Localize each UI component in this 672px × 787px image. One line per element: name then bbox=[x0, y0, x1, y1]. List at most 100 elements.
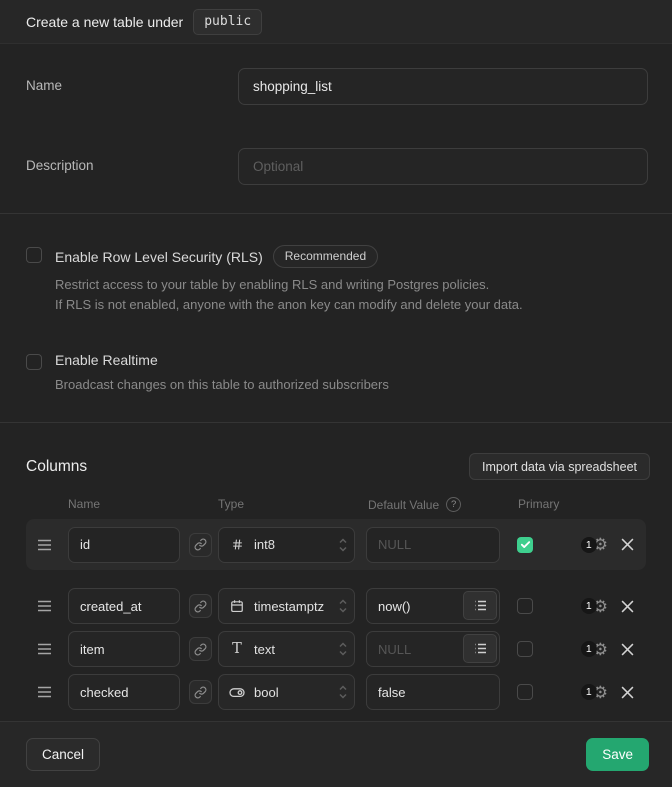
remove-column-button[interactable] bbox=[621, 538, 634, 551]
column-row-created-at: timestamptz 1 bbox=[26, 588, 646, 624]
default-value-input[interactable] bbox=[366, 674, 500, 710]
table-info-section: Name Description bbox=[0, 44, 672, 214]
drag-handle-icon[interactable] bbox=[37, 539, 52, 551]
dialog-header: Create a new table under public bbox=[0, 0, 672, 44]
primary-checkbox[interactable] bbox=[517, 641, 533, 657]
realtime-body: Enable Realtime Broadcast changes on thi… bbox=[55, 352, 389, 395]
realtime-description: Broadcast changes on this table to autho… bbox=[55, 375, 389, 395]
rls-label: Enable Row Level Security (RLS) bbox=[55, 249, 263, 265]
create-table-dialog: Create a new table under public Name Des… bbox=[0, 0, 672, 787]
dialog-footer: Cancel Save bbox=[0, 722, 672, 787]
description-label: Description bbox=[26, 148, 238, 173]
realtime-checkbox[interactable] bbox=[26, 354, 42, 370]
column-settings-button[interactable]: 1 ⚙ bbox=[581, 684, 608, 701]
settings-count-badge: 1 bbox=[581, 684, 597, 700]
column-type-select[interactable]: timestamptz bbox=[218, 588, 355, 624]
default-value-wrap bbox=[366, 631, 500, 667]
chevron-updown-icon bbox=[338, 685, 348, 700]
row-controls: 1 ⚙ bbox=[581, 598, 634, 615]
settings-count-badge: 1 bbox=[581, 641, 597, 657]
drag-handle-icon[interactable] bbox=[37, 686, 52, 698]
default-value-input[interactable] bbox=[366, 527, 500, 563]
row-controls: 1 ⚙ bbox=[581, 641, 634, 658]
settings-count-badge: 1 bbox=[581, 537, 597, 553]
toggle-icon bbox=[229, 686, 245, 699]
table-description-input[interactable] bbox=[238, 148, 648, 185]
remove-column-button[interactable] bbox=[621, 643, 634, 656]
column-rows: int8 1 ⚙ bbox=[0, 519, 672, 710]
rls-checkbox[interactable] bbox=[26, 247, 42, 263]
remove-column-button[interactable] bbox=[621, 686, 634, 699]
chevron-updown-icon bbox=[338, 537, 348, 552]
column-type-value: int8 bbox=[254, 537, 275, 552]
header-type: Type bbox=[218, 497, 244, 511]
rls-description-line2: If RLS is not enabled, anyone with the a… bbox=[55, 295, 523, 315]
default-value-wrap bbox=[366, 674, 500, 710]
options-section: Enable Row Level Security (RLS) Recommen… bbox=[0, 214, 672, 423]
column-row-item: T text 1 bbox=[26, 631, 646, 667]
header-primary: Primary bbox=[518, 497, 559, 511]
realtime-toggle-row: Enable Realtime Broadcast changes on thi… bbox=[26, 352, 646, 395]
default-value-wrap bbox=[366, 527, 500, 563]
table-name-input[interactable] bbox=[238, 68, 648, 105]
import-spreadsheet-button[interactable]: Import data via spreadsheet bbox=[469, 453, 650, 480]
recommended-badge: Recommended bbox=[273, 245, 378, 268]
name-row: Name bbox=[26, 68, 648, 105]
expression-picker-button[interactable] bbox=[463, 591, 497, 620]
name-label: Name bbox=[26, 68, 238, 93]
text-icon: T bbox=[229, 641, 245, 657]
column-name-input[interactable] bbox=[68, 631, 180, 667]
cancel-button[interactable]: Cancel bbox=[26, 738, 100, 771]
rls-body: Enable Row Level Security (RLS) Recommen… bbox=[55, 245, 523, 315]
columns-section: Columns Import data via spreadsheet Name… bbox=[0, 423, 672, 722]
chevron-updown-icon bbox=[338, 599, 348, 614]
rls-toggle-row: Enable Row Level Security (RLS) Recommen… bbox=[26, 245, 646, 315]
schema-badge: public bbox=[193, 9, 262, 35]
columns-title: Columns bbox=[26, 458, 87, 476]
foreign-key-link-icon[interactable] bbox=[189, 594, 212, 618]
row-controls: 1 ⚙ bbox=[581, 536, 634, 553]
column-settings-button[interactable]: 1 ⚙ bbox=[581, 598, 608, 615]
primary-checkbox[interactable] bbox=[517, 598, 533, 614]
expression-picker-button[interactable] bbox=[463, 634, 497, 663]
description-row: Description bbox=[26, 148, 648, 185]
dialog-title: Create a new table under bbox=[26, 14, 183, 30]
column-type-value: bool bbox=[254, 685, 279, 700]
drag-handle-icon[interactable] bbox=[37, 643, 52, 655]
column-type-select[interactable]: bool bbox=[218, 674, 355, 710]
header-default: Default Value ? bbox=[368, 497, 461, 512]
row-controls: 1 ⚙ bbox=[581, 684, 634, 701]
rls-description-line1: Restrict access to your table by enablin… bbox=[55, 275, 523, 295]
foreign-key-link-icon[interactable] bbox=[189, 533, 212, 557]
remove-column-button[interactable] bbox=[621, 600, 634, 613]
column-name-input[interactable] bbox=[68, 588, 180, 624]
column-type-value: text bbox=[254, 642, 275, 657]
header-name: Name bbox=[68, 497, 100, 511]
column-row-id-highlight: int8 1 ⚙ bbox=[26, 519, 646, 570]
primary-checkbox[interactable] bbox=[517, 537, 533, 553]
columns-grid-header: Name Type Default Value ? Primary bbox=[0, 497, 672, 510]
hash-icon bbox=[229, 538, 245, 551]
realtime-label: Enable Realtime bbox=[55, 352, 158, 368]
foreign-key-link-icon[interactable] bbox=[189, 637, 212, 661]
column-type-select[interactable]: T text bbox=[218, 631, 355, 667]
column-name-input[interactable] bbox=[68, 527, 180, 563]
default-value-wrap bbox=[366, 588, 500, 624]
list-icon bbox=[474, 643, 487, 654]
column-row-checked: bool 1 ⚙ bbox=[26, 674, 646, 710]
column-type-value: timestamptz bbox=[254, 599, 324, 614]
list-icon bbox=[474, 600, 487, 611]
column-settings-button[interactable]: 1 ⚙ bbox=[581, 641, 608, 658]
calendar-icon bbox=[229, 599, 245, 613]
primary-checkbox[interactable] bbox=[517, 684, 533, 700]
help-icon[interactable]: ? bbox=[446, 497, 461, 512]
chevron-updown-icon bbox=[338, 642, 348, 657]
column-name-input[interactable] bbox=[68, 674, 180, 710]
column-row-id: int8 1 ⚙ bbox=[26, 519, 646, 570]
save-button[interactable]: Save bbox=[586, 738, 649, 771]
foreign-key-link-icon[interactable] bbox=[189, 680, 212, 704]
drag-handle-icon[interactable] bbox=[37, 600, 52, 612]
column-settings-button[interactable]: 1 ⚙ bbox=[581, 536, 608, 553]
column-type-select[interactable]: int8 bbox=[218, 527, 355, 563]
settings-count-badge: 1 bbox=[581, 598, 597, 614]
